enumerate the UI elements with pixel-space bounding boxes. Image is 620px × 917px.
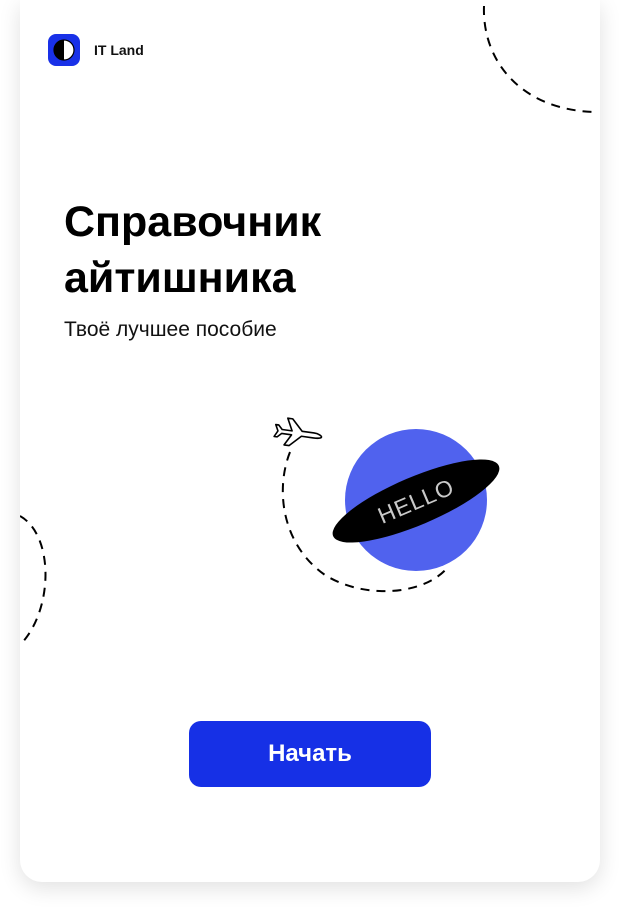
onboarding-card: IT Land Справочник айтишника Твоё лучшее… (20, 0, 600, 882)
airplane-icon (273, 417, 323, 447)
start-button[interactable]: Начать (189, 721, 431, 787)
